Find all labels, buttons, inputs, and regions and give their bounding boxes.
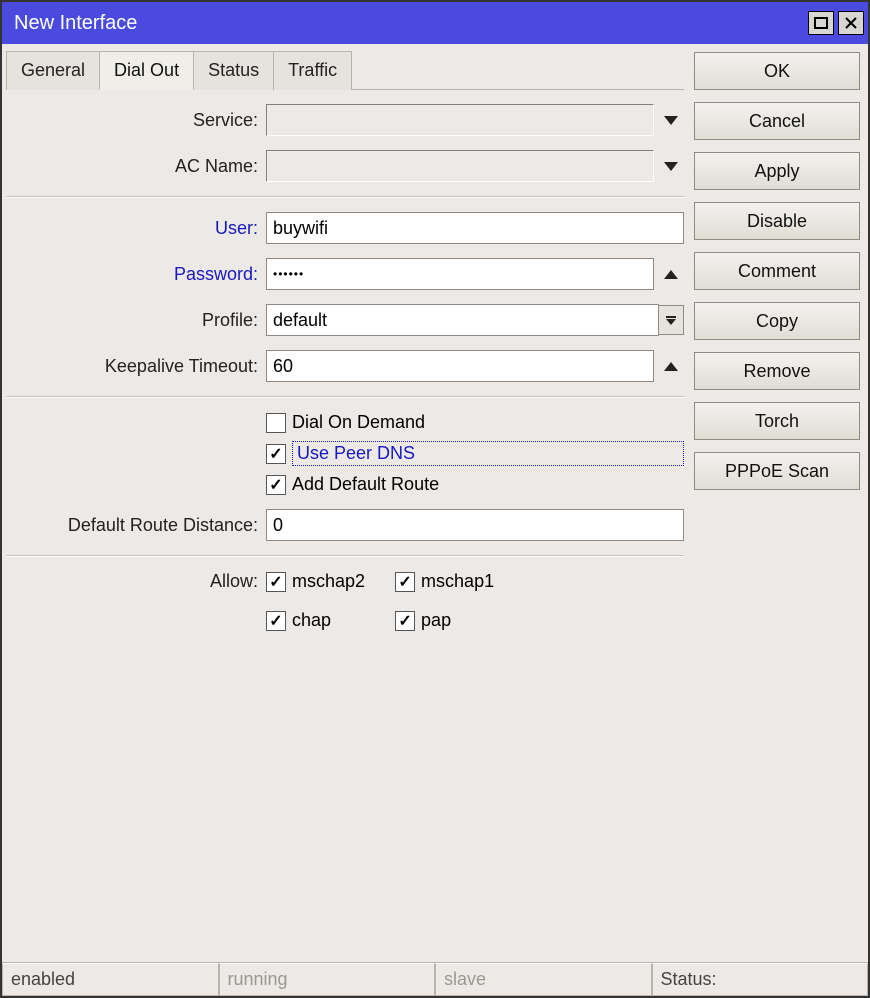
maximize-button[interactable] <box>808 11 834 35</box>
profile-dropdown-button[interactable] <box>658 305 684 335</box>
default-route-distance-label: Default Route Distance: <box>6 515 266 536</box>
cancel-button[interactable]: Cancel <box>694 102 860 140</box>
allow-mschap1-label: mschap1 <box>421 571 494 592</box>
status-slave: slave <box>435 963 652 996</box>
ac-name-input[interactable] <box>266 150 654 182</box>
chevron-down-icon <box>664 116 678 125</box>
keepalive-label: Keepalive Timeout: <box>6 356 266 377</box>
remove-button[interactable]: Remove <box>694 352 860 390</box>
password-collapse-button[interactable] <box>658 261 684 287</box>
close-button[interactable] <box>838 11 864 35</box>
status-running: running <box>219 963 436 996</box>
default-route-distance-input[interactable] <box>266 509 684 541</box>
add-default-route-checkbox[interactable] <box>266 475 286 495</box>
pppoe-scan-button[interactable]: PPPoE Scan <box>694 452 860 490</box>
user-input[interactable] <box>266 212 684 244</box>
use-peer-dns-label: Use Peer DNS <box>292 441 684 466</box>
status-label: Status: <box>652 963 869 996</box>
tab-traffic[interactable]: Traffic <box>273 51 352 90</box>
window-title: New Interface <box>14 12 137 35</box>
allow-pap-checkbox[interactable] <box>395 611 415 631</box>
action-panel: OK Cancel Apply Disable Comment Copy Rem… <box>684 50 860 962</box>
service-input[interactable] <box>266 104 654 136</box>
allow-mschap1-checkbox[interactable] <box>395 572 415 592</box>
tabs: General Dial Out Status Traffic <box>6 50 684 90</box>
tab-dial-out[interactable]: Dial Out <box>99 51 194 90</box>
apply-button[interactable]: Apply <box>694 152 860 190</box>
allow-mschap2-label: mschap2 <box>292 571 365 592</box>
allow-chap-label: chap <box>292 610 331 631</box>
chevron-up-icon <box>664 270 678 279</box>
dial-on-demand-checkbox[interactable] <box>266 413 286 433</box>
titlebar[interactable]: New Interface <box>2 2 868 44</box>
service-label: Service: <box>6 110 266 131</box>
statusbar: enabled running slave Status: <box>2 962 868 996</box>
comment-button[interactable]: Comment <box>694 252 860 290</box>
separator <box>6 396 684 398</box>
combo-down-icon <box>666 316 676 325</box>
chevron-up-icon <box>664 362 678 371</box>
separator <box>6 196 684 198</box>
form-area: Service: AC Name: <box>6 90 684 962</box>
chevron-down-icon <box>664 162 678 171</box>
ac-name-label: AC Name: <box>6 156 266 177</box>
ac-name-dropdown-button[interactable] <box>658 153 684 179</box>
client-area: General Dial Out Status Traffic Service: <box>2 44 868 996</box>
password-input[interactable] <box>266 258 654 290</box>
tab-status[interactable]: Status <box>193 51 274 90</box>
user-label: User: <box>6 218 266 239</box>
status-enabled: enabled <box>2 963 219 996</box>
separator <box>6 555 684 557</box>
use-peer-dns-checkbox[interactable] <box>266 444 286 464</box>
profile-label: Profile: <box>6 310 266 331</box>
allow-pap-label: pap <box>421 610 451 631</box>
service-dropdown-button[interactable] <box>658 107 684 133</box>
dial-on-demand-label: Dial On Demand <box>292 412 425 433</box>
maximize-icon <box>814 17 828 29</box>
disable-button[interactable]: Disable <box>694 202 860 240</box>
ok-button[interactable]: OK <box>694 52 860 90</box>
torch-button[interactable]: Torch <box>694 402 860 440</box>
tab-general[interactable]: General <box>6 51 100 90</box>
allow-chap-checkbox[interactable] <box>266 611 286 631</box>
keepalive-input[interactable] <box>266 350 654 382</box>
profile-input[interactable] <box>266 304 659 336</box>
allow-mschap2-checkbox[interactable] <box>266 572 286 592</box>
password-label: Password: <box>6 264 266 285</box>
allow-label: Allow: <box>6 571 266 592</box>
keepalive-collapse-button[interactable] <box>658 353 684 379</box>
add-default-route-label: Add Default Route <box>292 474 439 495</box>
titlebar-buttons <box>808 11 864 35</box>
window: New Interface General Dial Out Status Tr… <box>0 0 870 998</box>
close-icon <box>845 17 857 29</box>
copy-button[interactable]: Copy <box>694 302 860 340</box>
